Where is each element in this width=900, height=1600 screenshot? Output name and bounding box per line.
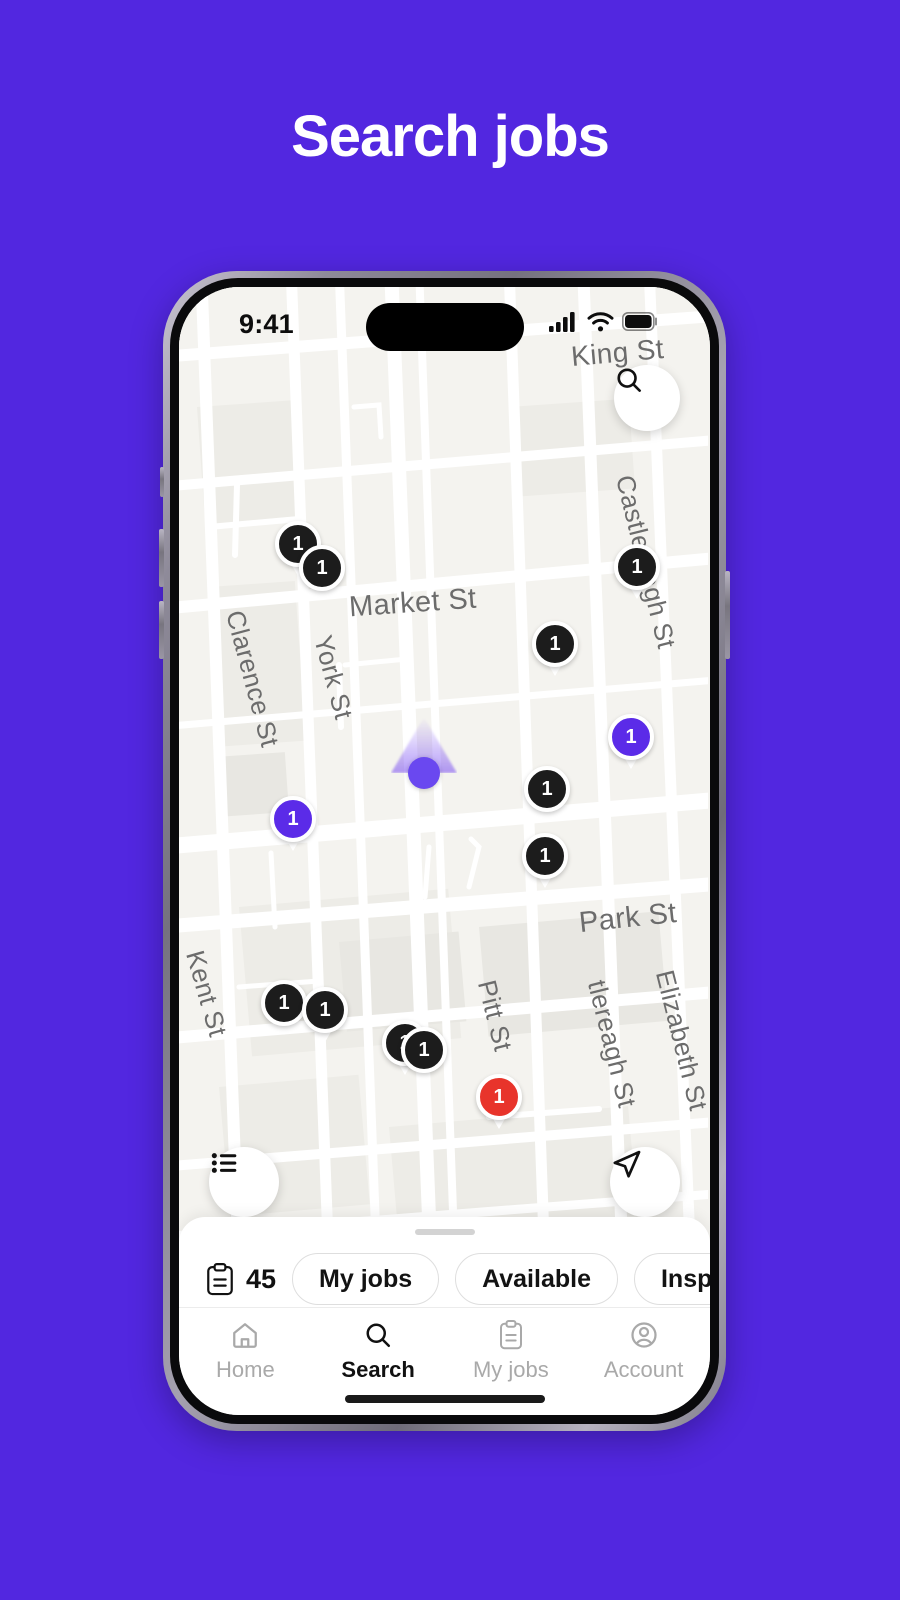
tab-label: Home	[216, 1357, 275, 1382]
bottom-sheet[interactable]: 45 My jobs Available Inspect now	[179, 1217, 710, 1415]
map-pin-count: 1	[261, 980, 307, 1026]
map-pin[interactable]: 1	[522, 833, 568, 888]
map-pin-count: 1	[532, 621, 578, 667]
silent-switch[interactable]	[160, 467, 164, 497]
power-button[interactable]	[725, 571, 730, 659]
search-icon	[617, 368, 641, 392]
map-pin[interactable]: 1	[270, 796, 316, 851]
user-location-marker	[391, 701, 457, 789]
map-pin-count: 1	[614, 544, 660, 590]
map-pin-count: 1	[299, 545, 345, 591]
map-pin-count: 1	[401, 1027, 447, 1073]
navigation-arrow-icon	[613, 1150, 641, 1178]
search-icon	[366, 1323, 391, 1348]
tab-label: Search	[341, 1357, 415, 1382]
phone-mockup: .rd { stroke:#ffffff; fill:none; stroke-…	[159, 271, 730, 1431]
filter-chip-my-jobs[interactable]: My jobs	[292, 1253, 440, 1305]
sheet-grabber[interactable]	[414, 1229, 475, 1235]
home-indicator	[344, 1395, 545, 1403]
job-count-value: 45	[246, 1263, 277, 1294]
map-pin[interactable]: 1	[476, 1074, 522, 1129]
filter-chip-inspect-now[interactable]: Inspect now	[633, 1253, 710, 1305]
map-pin[interactable]: 1	[608, 714, 654, 769]
recenter-location-button[interactable]	[610, 1147, 680, 1217]
job-list-toggle-button[interactable]	[209, 1147, 279, 1217]
account-icon	[631, 1322, 657, 1348]
list-icon	[211, 1153, 237, 1173]
map-pin[interactable]: 1	[614, 544, 660, 599]
map-pin[interactable]: 1	[261, 980, 307, 1035]
home-icon	[233, 1323, 258, 1348]
job-count: 45	[205, 1262, 277, 1296]
clipboard-icon	[207, 1262, 233, 1295]
volume-up-button[interactable]	[159, 529, 164, 587]
map-view[interactable]: .rd { stroke:#ffffff; fill:none; stroke-…	[179, 287, 710, 1249]
phone-frame: .rd { stroke:#ffffff; fill:none; stroke-…	[159, 271, 730, 1431]
phone-bezel: .rd { stroke:#ffffff; fill:none; stroke-…	[170, 278, 719, 1424]
tab-search[interactable]: Search	[312, 1320, 445, 1383]
tab-label: Account	[603, 1357, 684, 1382]
map-search-button[interactable]	[614, 365, 680, 431]
map-pin[interactable]: 1	[524, 766, 570, 821]
map-pin-count: 1	[608, 714, 654, 760]
filter-chips-row[interactable]: 45 My jobs Available Inspect now	[179, 1247, 710, 1311]
map-pin-count: 1	[524, 766, 570, 812]
clipboard-icon	[499, 1320, 522, 1350]
map-pin-count: 1	[476, 1074, 522, 1120]
map-pin[interactable]: 1	[302, 987, 348, 1042]
tab-label: My jobs	[472, 1357, 549, 1382]
tab-account[interactable]: Account	[577, 1320, 710, 1383]
map-pin-count: 1	[522, 833, 568, 879]
tab-home[interactable]: Home	[179, 1320, 312, 1383]
map-pin-count: 1	[270, 796, 316, 842]
page-title: Search jobs	[291, 104, 610, 169]
map-pin[interactable]: 1	[401, 1027, 447, 1082]
map-pin-count: 1	[302, 987, 348, 1033]
volume-down-button[interactable]	[159, 601, 164, 659]
map-pin[interactable]: 1	[299, 545, 345, 600]
tab-my-jobs[interactable]: My jobs	[445, 1320, 578, 1383]
user-location-dot	[408, 757, 440, 789]
filter-chip-available[interactable]: Available	[455, 1253, 618, 1305]
phone-screen: .rd { stroke:#ffffff; fill:none; stroke-…	[179, 287, 710, 1415]
map-pin[interactable]: 1	[532, 621, 578, 676]
